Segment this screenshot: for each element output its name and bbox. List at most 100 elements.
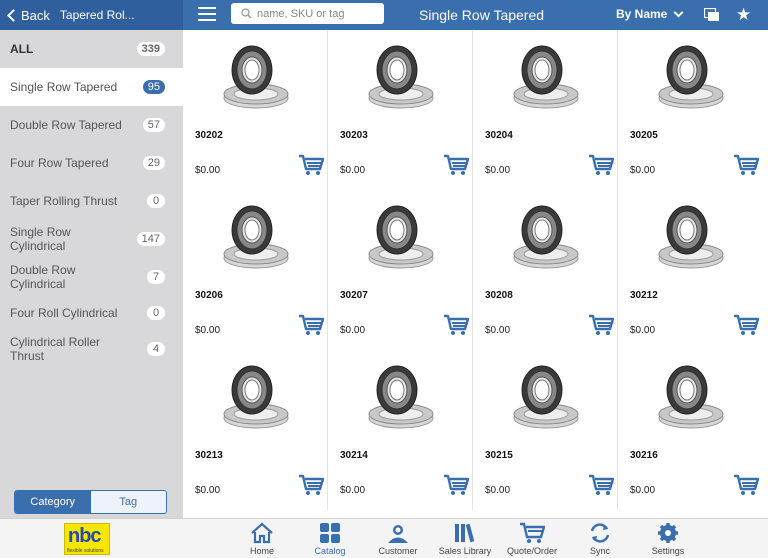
tab-label: Sales Library	[438, 546, 492, 556]
product-card[interactable]: 30215 $0.00	[473, 350, 618, 510]
quote-order-icon	[498, 522, 566, 544]
tab-quote-order[interactable]: Quote/Order	[498, 522, 566, 556]
sidebar-item-four-roll-cylindrical[interactable]: Four Roll Cylindrical 0	[0, 296, 183, 330]
product-image[interactable]	[505, 38, 587, 120]
category-tag-segment: Category Tag	[14, 490, 167, 514]
sidebar-item-single-row-cylindrical[interactable]: Single Row Cylindrical 147	[0, 220, 183, 258]
product-sku: 30204	[485, 130, 513, 141]
company-logo: nbc flexible solutions	[64, 523, 110, 555]
settings-icon	[634, 522, 702, 544]
product-price: $0.00	[485, 325, 511, 336]
tab-label: Customer	[378, 546, 418, 556]
count-badge: 7	[147, 270, 165, 284]
product-image[interactable]	[215, 38, 297, 120]
sidebar-item-cylindrical-roller-thrust[interactable]: Cylindrical Roller Thrust 4	[0, 330, 183, 368]
product-card[interactable]: 30206 $0.00	[183, 190, 328, 350]
product-image[interactable]	[360, 358, 442, 440]
tab-home[interactable]: Home	[228, 522, 296, 556]
product-price: $0.00	[630, 165, 656, 176]
product-image[interactable]	[360, 38, 442, 120]
header-main: name, SKU or tag Single Row Tapered By N…	[183, 0, 768, 30]
product-image[interactable]	[505, 198, 587, 280]
product-image[interactable]	[650, 358, 732, 440]
sync-icon	[566, 522, 634, 544]
tab-customer[interactable]: Customer	[364, 522, 432, 556]
segment-tag[interactable]: Tag	[90, 491, 166, 513]
product-price: $0.00	[630, 485, 656, 496]
count-badge: 95	[142, 80, 165, 94]
product-image[interactable]	[650, 198, 732, 280]
sidebar-item-four-row-tapered[interactable]: Four Row Tapered 29	[0, 144, 183, 182]
parent-category-title: Tapered Rol...	[59, 8, 135, 22]
back-button[interactable]: Back	[6, 8, 50, 23]
tab-catalog[interactable]: Catalog	[296, 522, 364, 556]
layers-icon[interactable]	[704, 8, 720, 22]
logo-text: nbc	[68, 525, 102, 547]
count-badge: 57	[142, 118, 165, 132]
home-icon	[228, 522, 296, 544]
product-image[interactable]	[650, 38, 732, 120]
tab-label: Catalog	[314, 546, 346, 556]
menu-icon[interactable]	[198, 7, 216, 23]
add-to-cart-icon[interactable]	[298, 154, 325, 176]
add-to-cart-icon[interactable]	[298, 474, 325, 496]
search-icon	[241, 8, 252, 19]
product-image[interactable]	[215, 198, 297, 280]
sort-label: By Name	[616, 7, 668, 21]
count-badge: 0	[147, 194, 165, 208]
sidebar-item-all[interactable]: ALL 339	[0, 30, 183, 68]
tab-label: Sync	[589, 546, 610, 556]
product-card[interactable]: 30204 $0.00	[473, 30, 618, 190]
product-image[interactable]	[215, 358, 297, 440]
category-sidebar: Cylindrical Roller Thrust 4 Four Roll Cyli…	[0, 30, 183, 518]
tab-label: Home	[249, 546, 274, 556]
add-to-cart-icon[interactable]	[733, 474, 760, 496]
header-left: Back Tapered Rol...	[0, 0, 183, 30]
star-icon[interactable]: ★	[736, 5, 751, 25]
count-badge: 29	[142, 156, 165, 170]
sidebar-item-double-row-tapered[interactable]: Double Row Tapered 57	[0, 106, 183, 144]
add-to-cart-icon[interactable]	[443, 474, 470, 496]
add-to-cart-icon[interactable]	[298, 314, 325, 336]
product-card[interactable]: 30208 $0.00	[473, 190, 618, 350]
add-to-cart-icon[interactable]	[588, 474, 615, 496]
sales-library-icon	[431, 522, 499, 544]
tab-sync[interactable]: Sync	[566, 522, 634, 556]
product-card[interactable]: 30216 $0.00	[618, 350, 763, 510]
search-placeholder: name, SKU or tag	[257, 7, 345, 20]
product-price: $0.00	[485, 165, 511, 176]
product-card[interactable]: 30202 $0.00	[183, 30, 328, 190]
category-label: Four Row Tapered	[10, 156, 109, 170]
sidebar-item-taper-rolling-thrust[interactable]: Taper Rolling Thrust 0	[0, 182, 183, 220]
back-label: Back	[21, 7, 50, 23]
category-label: Taper Rolling Thrust	[10, 194, 118, 208]
category-label: ALL	[10, 42, 34, 56]
tab-sales-library[interactable]: Sales Library	[431, 522, 499, 556]
add-to-cart-icon[interactable]	[588, 314, 615, 336]
sort-dropdown[interactable]: By Name	[616, 7, 684, 21]
segment-category[interactable]: Category	[15, 491, 91, 513]
tab-label: Settings	[651, 546, 685, 556]
product-grid: 30202 $0.00 30203 $0.00 30204 $0.00 3020…	[183, 30, 768, 518]
product-sku: 30213	[195, 450, 223, 461]
category-label: Double Row Cylindrical	[10, 263, 76, 291]
category-label: Double Row Tapered	[10, 118, 122, 132]
product-price: $0.00	[195, 325, 221, 336]
product-image[interactable]	[360, 198, 442, 280]
sidebar-item-double-row-cylindrical[interactable]: Double Row Cylindrical 7	[0, 258, 183, 296]
product-card[interactable]: 30203 $0.00	[328, 30, 473, 190]
search-input[interactable]: name, SKU or tag	[231, 3, 384, 24]
product-card[interactable]: 30212 $0.00	[618, 190, 763, 350]
product-image[interactable]	[505, 358, 587, 440]
add-to-cart-icon[interactable]	[733, 154, 760, 176]
add-to-cart-icon[interactable]	[733, 314, 760, 336]
product-card[interactable]: 30214 $0.00	[328, 350, 473, 510]
add-to-cart-icon[interactable]	[443, 314, 470, 336]
product-card[interactable]: 30213 $0.00	[183, 350, 328, 510]
add-to-cart-icon[interactable]	[588, 154, 615, 176]
sidebar-item-single-row-tapered[interactable]: Single Row Tapered 95	[0, 68, 183, 106]
product-card[interactable]: 30205 $0.00	[618, 30, 763, 190]
tab-settings[interactable]: Settings	[634, 522, 702, 556]
product-card[interactable]: 30207 $0.00	[328, 190, 473, 350]
add-to-cart-icon[interactable]	[443, 154, 470, 176]
